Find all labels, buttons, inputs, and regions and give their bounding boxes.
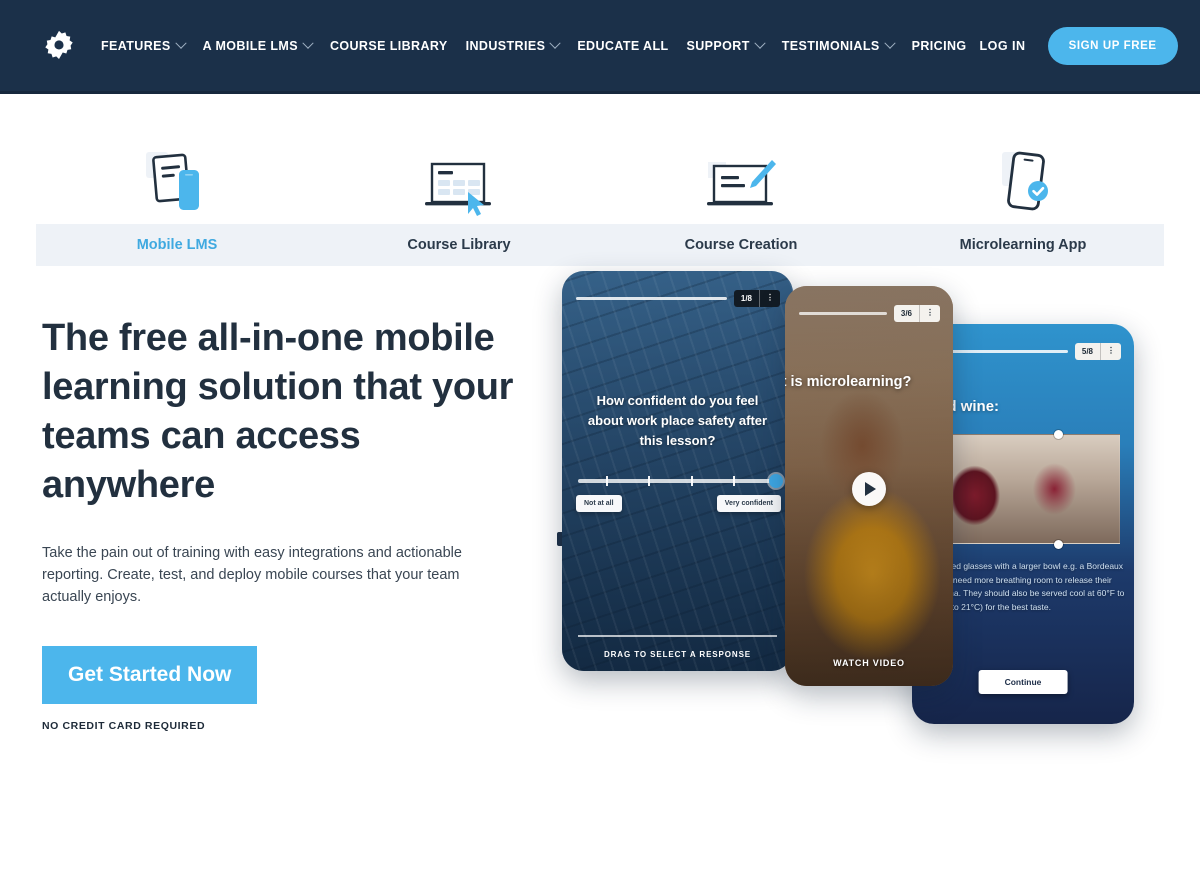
- nav-item-pricing[interactable]: PRICING: [903, 33, 976, 59]
- chevron-down-icon: [549, 37, 561, 49]
- phone2-progress-badge: 3/6 ⋮: [893, 305, 940, 322]
- chevron-down-icon: [883, 37, 896, 49]
- hero-section: The free all-in-one mobile learning solu…: [0, 266, 1200, 866]
- document-and-phone-icon: [146, 152, 199, 210]
- nav-item-label: INDUSTRIES: [465, 38, 546, 53]
- play-icon[interactable]: [852, 472, 886, 506]
- phone1-footer-divider: [578, 635, 777, 637]
- nav-item-label: A MOBILE LMS: [202, 38, 298, 53]
- tab-icon-course-creation[interactable]: [600, 132, 882, 224]
- nav-item-industries[interactable]: INDUSTRIES: [457, 33, 569, 59]
- chevron-down-icon: [174, 37, 187, 49]
- tab-mobile-lms[interactable]: Mobile LMS: [36, 224, 318, 266]
- hero-copy: The free all-in-one mobile learning solu…: [42, 314, 522, 732]
- no-credit-card-note: NO CREDIT CARD REQUIRED: [42, 720, 206, 732]
- login-link[interactable]: LOG IN: [976, 33, 1030, 59]
- phone3-topbar: 5/8 ⋮: [926, 343, 1121, 360]
- phone1-question-text: How confident do you feel about work pla…: [587, 393, 768, 448]
- phone2-progress-count: 3/6: [900, 309, 912, 318]
- tab-course-creation[interactable]: Course Creation: [600, 224, 882, 266]
- phone3-handle-bottom[interactable]: [1054, 540, 1063, 549]
- phone1-scale-min-label: Not at all: [576, 495, 622, 512]
- laptop-pen-icon: [707, 160, 776, 206]
- phone1-confidence-slider[interactable]: [578, 474, 783, 488]
- hero-subtitle: Take the pain out of training with easy …: [42, 545, 462, 605]
- phone-mockups: 1/8 ⋮ How confident do you feel about wo…: [540, 266, 1200, 806]
- nav-item-support[interactable]: SUPPORT: [678, 33, 773, 59]
- phone3-progress-count: 5/8: [1081, 347, 1093, 356]
- get-started-button[interactable]: Get Started Now: [42, 646, 258, 704]
- phone1-scale-max-label: Very confident: [716, 495, 781, 512]
- tab-course-library[interactable]: Course Library: [318, 224, 600, 266]
- nav-links: FEATURES A MOBILE LMS COURSE LIBRARY IND…: [92, 33, 976, 59]
- gear-icon[interactable]: [42, 29, 76, 63]
- nav-item-label: COURSE LIBRARY: [329, 38, 448, 53]
- nav-item-educate-all[interactable]: EDUCATE ALL: [568, 33, 677, 59]
- phone1-topbar: 1/8 ⋮: [576, 290, 780, 307]
- phone2-progress-bar: [799, 312, 887, 315]
- phone3-lesson-image: [928, 434, 1120, 544]
- nav-item-label: TESTIMONIALS: [781, 38, 880, 53]
- nav-item-features[interactable]: FEATURES: [92, 33, 194, 59]
- phone2-title: What is microlearning?: [785, 374, 912, 390]
- tab-icon-microlearning-app[interactable]: [882, 132, 1164, 224]
- tab-microlearning-app[interactable]: Microlearning App: [882, 224, 1164, 266]
- tab-icon-course-library[interactable]: [318, 132, 600, 224]
- kebab-menu-icon[interactable]: ⋮: [1100, 343, 1121, 360]
- phone1-progress-badge: 1/8 ⋮: [733, 290, 780, 307]
- phone1-slider-knob[interactable]: [769, 474, 783, 488]
- page-title: The free all-in-one mobile learning solu…: [42, 317, 514, 506]
- phone3-handle-top[interactable]: [1054, 430, 1063, 439]
- sign-up-free-button[interactable]: SIGN UP FREE: [1047, 26, 1178, 65]
- phone-mockup-survey[interactable]: 1/8 ⋮ How confident do you feel about wo…: [562, 271, 793, 671]
- phone1-footer-hint: DRAG TO SELECT A RESPONSE: [603, 650, 752, 659]
- phone1-progress-count: 1/8: [740, 294, 752, 303]
- nav-item-label: SUPPORT: [686, 38, 750, 53]
- nav-item-label: FEATURES: [101, 38, 171, 53]
- laptop-grid-cursor-icon: [425, 162, 491, 216]
- continue-button[interactable]: Continue: [978, 670, 1068, 694]
- phone2-topbar: 3/6 ⋮: [799, 305, 940, 322]
- kebab-menu-icon[interactable]: ⋮: [759, 290, 780, 307]
- phone-mockup-video[interactable]: 3/6 ⋮ What is microlearning? WATCH VIDEO: [785, 286, 953, 686]
- phone1-progress-bar: [576, 297, 727, 300]
- nav-item-course-library[interactable]: COURSE LIBRARY: [321, 33, 457, 59]
- phone-check-icon: [1002, 151, 1048, 211]
- nav-item-label: PRICING: [911, 38, 967, 53]
- phone2-footer-hint: WATCH VIDEO: [833, 658, 905, 668]
- chevron-down-icon: [754, 37, 766, 49]
- top-navigation-bar: FEATURES A MOBILE LMS COURSE LIBRARY IND…: [0, 0, 1200, 94]
- nav-item-label: EDUCATE ALL: [577, 38, 669, 53]
- phone1-background-image: [562, 271, 793, 671]
- nav-item-testimonials[interactable]: TESTIMONIALS: [773, 33, 903, 59]
- nav-item-a-mobile-lms[interactable]: A MOBILE LMS: [194, 33, 321, 59]
- product-tabs: Mobile LMS Course Library Course Creatio…: [0, 94, 1200, 266]
- tab-icons-row: [36, 132, 1164, 224]
- kebab-menu-icon[interactable]: ⋮: [919, 305, 940, 322]
- tab-icon-mobile-lms[interactable]: [36, 132, 318, 224]
- phone3-progress-badge: 5/8 ⋮: [1074, 343, 1121, 360]
- chevron-down-icon: [302, 37, 314, 49]
- nav-actions: LOG IN SIGN UP FREE: [976, 26, 1178, 65]
- tab-labels-row: Mobile LMS Course Library Course Creatio…: [36, 224, 1164, 266]
